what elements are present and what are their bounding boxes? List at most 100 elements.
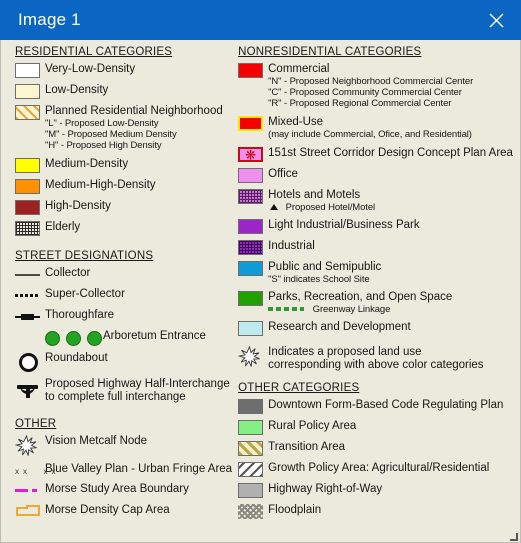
legend-row-rural-policy-area: Rural Policy Area <box>238 419 520 435</box>
legend-label: Hotels and Motels Proposed Hotel/Motel <box>268 188 375 213</box>
legend-row-hotels-and-motels: Hotels and Motels Proposed Hotel/Motel <box>238 188 520 213</box>
legend-row-thoroughfare: Thoroughfare <box>15 308 234 324</box>
legend-label-text: Parks, Recreation, and Open Space <box>268 291 453 303</box>
swatch-high-density <box>15 199 45 215</box>
legend-label: Blue Valley Plan - Urban Fringe Area <box>45 463 233 475</box>
legend-row-151st-street-corridor: ❋ 151st Street Corridor Design Concept P… <box>238 146 520 162</box>
legend-row-low-density: Low-Density <box>15 83 234 99</box>
legend-label: Morse Study Area Boundary <box>45 483 189 495</box>
legend-subline: Greenway Linkage <box>312 304 391 315</box>
legend-label: Research and Development <box>268 321 411 333</box>
legend-subline: "H" - Proposed High Density <box>45 140 162 151</box>
legend-left-column: RESIDENTIAL CATEGORIES Very-Low-Density … <box>1 46 234 524</box>
legend-label-text: Public and Semipublic <box>268 261 382 273</box>
green-dotted-line-icon <box>268 306 305 311</box>
close-icon[interactable] <box>471 0 521 40</box>
legend-row-elderly: Elderly <box>15 220 234 236</box>
legend-label: Roundabout <box>45 352 108 364</box>
swatch-industrial <box>238 239 268 255</box>
interchange-icon <box>15 377 45 398</box>
legend-label: Mixed-Use (may include Commercial, Ofice… <box>268 115 472 140</box>
section-heading-street-designations: STREET DESIGNATIONS <box>15 250 154 262</box>
legend-label: Proposed Highway Half-Interchange to com… <box>45 377 230 404</box>
legend-row-office: Office <box>238 167 520 183</box>
image-viewer-window: Image 1 RESIDENTIAL CATEGORIES Very-Low-… <box>0 0 521 543</box>
swatch-151st-street-corridor: ❋ <box>238 146 268 162</box>
legend-subline: "M" - Proposed Medium Density <box>45 129 177 140</box>
swatch-light-industrial <box>238 218 268 234</box>
legend-row-floodplain: Floodplain <box>238 503 520 519</box>
swatch-office <box>238 167 268 183</box>
legend-label: Office <box>268 168 298 180</box>
legend-row-transition-area: Transition Area <box>238 440 520 456</box>
starburst-icon <box>238 345 268 368</box>
legend-label-text: Mixed-Use <box>268 116 324 128</box>
legend-label-text: Indicates a proposed land use <box>268 346 422 358</box>
swatch-highway-right-of-way <box>238 482 268 498</box>
swatch-low-density <box>15 83 45 99</box>
swatch-floodplain <box>238 503 268 519</box>
swatch-commercial <box>238 62 268 78</box>
window-title: Image 1 <box>18 10 81 29</box>
legend-row-mixed-use: Mixed-Use (may include Commercial, Ofice… <box>238 115 520 140</box>
legend-right-column: NONRESIDENTIAL CATEGORIES Commercial "N"… <box>234 46 520 524</box>
legend-image: RESIDENTIAL CATEGORIES Very-Low-Density … <box>0 40 521 543</box>
legend-label: Very-Low-Density <box>45 63 136 75</box>
legend-row-parks-recreation-open-space: Parks, Recreation, and Open Space Greenw… <box>238 290 520 315</box>
legend-label: Planned Residential Neighborhood "L" - P… <box>45 104 223 151</box>
legend-label: Medium-Density <box>45 158 129 170</box>
legend-row-morse-study-area-boundary: Morse Study Area Boundary <box>15 482 234 498</box>
section-heading-other: OTHER <box>15 418 57 430</box>
legend-row-super-collector: Super-Collector <box>15 287 234 303</box>
legend-row-industrial: Industrial <box>238 239 520 255</box>
legend-subline: "R" - Proposed Regional Commercial Cente… <box>268 98 452 109</box>
legend-label: Morse Density Cap Area <box>45 504 170 516</box>
legend-row-very-low-density: Very-Low-Density <box>15 62 234 78</box>
dashed-line-icon <box>15 287 45 303</box>
triangle-icon <box>270 204 279 210</box>
legend-row-medium-high-density: Medium-High-Density <box>15 178 234 194</box>
legend-label: Growth Policy Area: Agricultural/Residen… <box>268 462 490 474</box>
swatch-public-semipublic <box>238 260 268 276</box>
legend-row-light-industrial-business-park: Light Industrial/Business Park <box>238 218 520 234</box>
swatch-hotels-and-motels <box>238 188 268 204</box>
legend-row-arboretum-entrance: Arboretum Entrance <box>15 329 234 346</box>
resize-handle[interactable] <box>508 531 518 541</box>
legend-label: Floodplain <box>268 504 322 516</box>
thoroughfare-line-icon <box>15 308 45 324</box>
swatch-planned-residential-neighborhood <box>15 104 45 120</box>
legend-row-collector: Collector <box>15 266 234 282</box>
three-green-dots-icon <box>45 329 103 346</box>
legend-label: 151st Street Corridor Design Concept Pla… <box>268 147 513 159</box>
legend-subline: "L" - Proposed Low-Density <box>45 118 159 129</box>
starburst-icon <box>15 434 45 457</box>
legend-subline: "C" - Proposed Community Commercial Cent… <box>268 87 462 98</box>
legend-row-roundabout: Roundabout <box>15 351 234 372</box>
legend-row-vision-metcalf-node: Vision Metcalf Node <box>15 434 234 457</box>
legend-label: Rural Policy Area <box>268 420 357 432</box>
legend-row-high-density: High-Density <box>15 199 234 215</box>
legend-row-proposed-land-use: Indicates a proposed land use correspond… <box>238 345 520 372</box>
window-titlebar: Image 1 <box>0 0 521 40</box>
section-heading-nonresidential: NONRESIDENTIAL CATEGORIES <box>238 46 422 58</box>
legend-label: Public and Semipublic "S" indicates Scho… <box>268 260 381 285</box>
swatch-growth-policy-area <box>238 461 268 477</box>
legend-subline: Proposed Hotel/Motel <box>285 202 376 213</box>
legend-label: Commercial "N" - Proposed Neighborhood C… <box>268 62 473 109</box>
legend-row-public-and-semipublic: Public and Semipublic "S" indicates Scho… <box>238 260 520 285</box>
solid-line-icon <box>15 266 45 282</box>
legend-subline: "N" - Proposed Neighborhood Commercial C… <box>268 76 474 87</box>
legend-label: Transition Area <box>268 441 346 453</box>
swatch-very-low-density <box>15 62 45 78</box>
legend-row-medium-density: Medium-Density <box>15 157 234 173</box>
swatch-mixed-use <box>238 115 268 131</box>
legend-label: Thoroughfare <box>45 309 115 321</box>
swatch-elderly <box>15 220 45 236</box>
xx-line-icon: xx xx <box>15 467 60 476</box>
legend-subline: to complete full interchange <box>45 391 186 403</box>
section-heading-other-categories: OTHER CATEGORIES <box>238 382 360 394</box>
legend-label: Low-Density <box>45 84 109 96</box>
legend-label: Indicates a proposed land use correspond… <box>268 345 483 372</box>
legend-label: Collector <box>45 267 91 279</box>
legend-label: Highway Right-of-Way <box>268 483 383 495</box>
